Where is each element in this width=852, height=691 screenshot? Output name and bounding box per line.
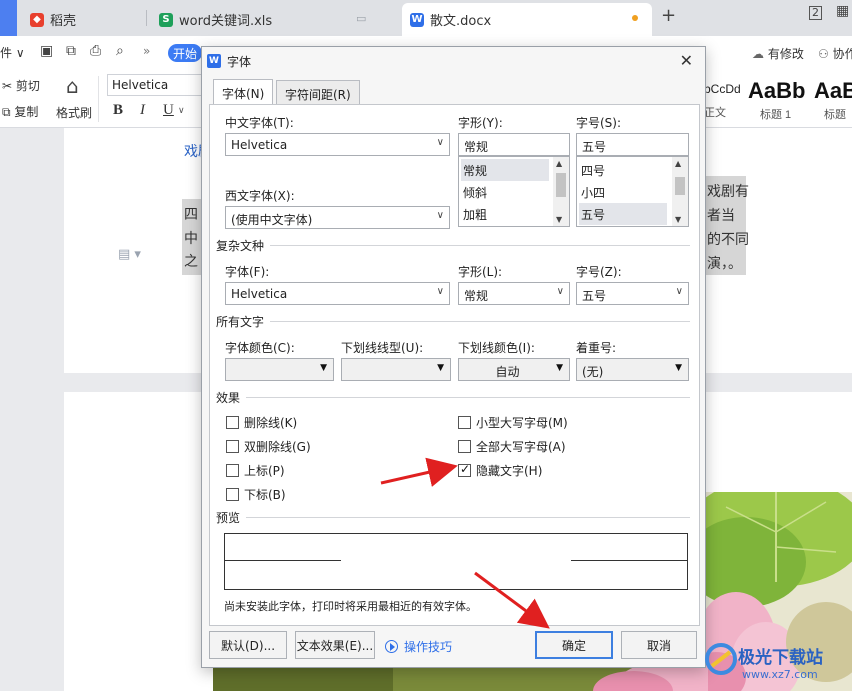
annotation-arrows [380, 457, 550, 629]
red-arrow-hidden-text [380, 457, 458, 487]
watermark-logo-icon [705, 643, 737, 675]
watermark-text: 极光下载站 [738, 648, 823, 668]
red-arrow-ok-button [474, 571, 550, 629]
watermark-url: www.xz7.com [742, 668, 818, 681]
watermark: 极光下载站 www.xz7.com [702, 638, 852, 691]
